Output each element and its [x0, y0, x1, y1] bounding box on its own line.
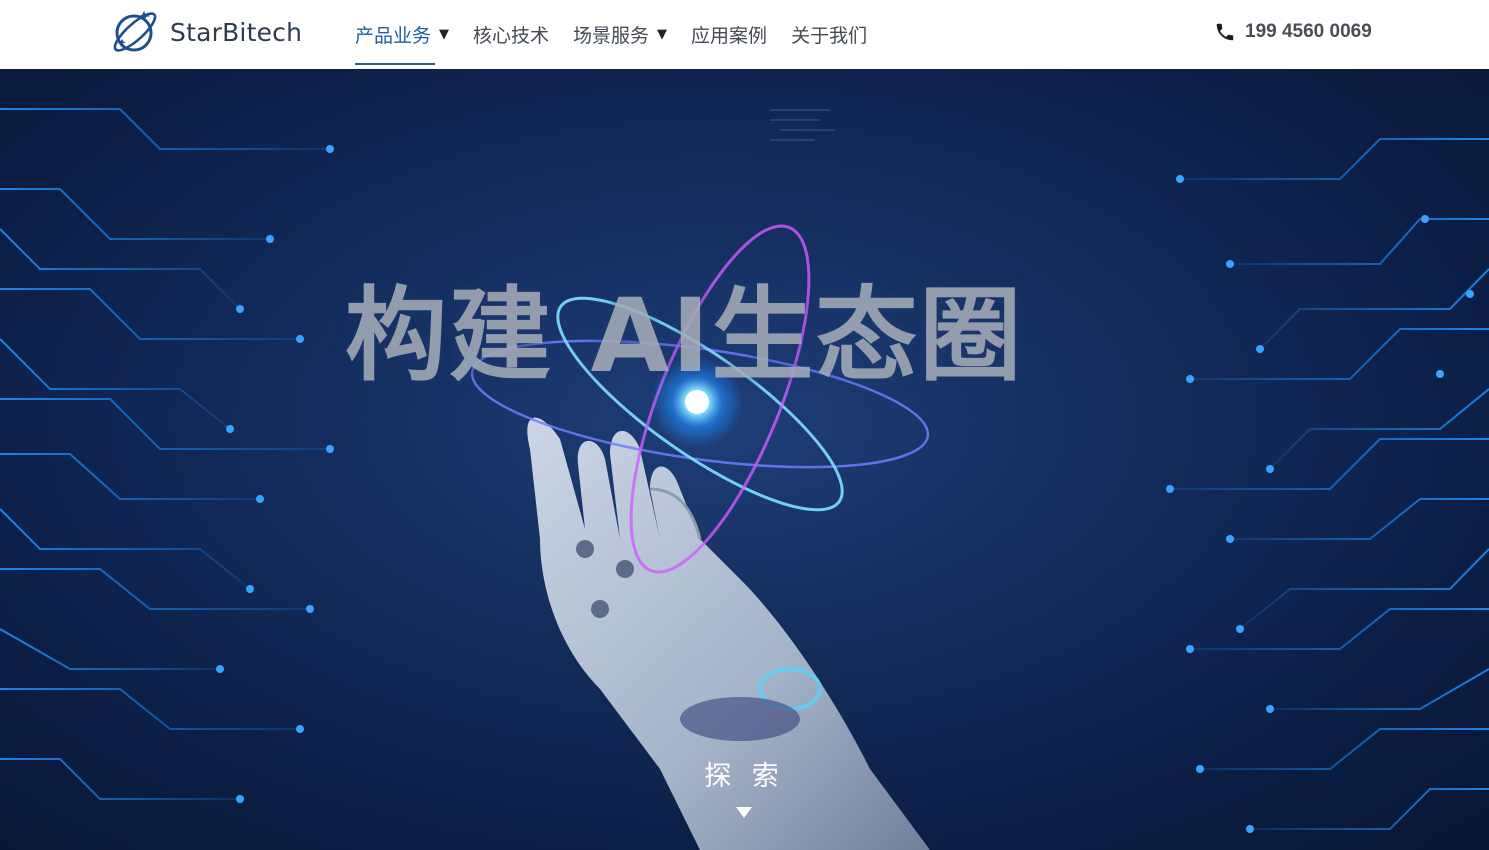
nav-cases-label: 应用案例 [691, 25, 768, 47]
data-grid [770, 109, 835, 141]
hero-background-art [0, 108, 1489, 850]
site-header: StarBitech 产品业务 ▼ 核心技术 场景服务 ▼ 应用案例 关于我们 … [0, 0, 1489, 69]
circuit-nodes-left [216, 145, 334, 803]
caret-down-icon: ▼ [657, 27, 668, 42]
nav-core-tech[interactable]: 核心技术 [473, 0, 549, 69]
phone-icon [1216, 23, 1234, 41]
brand-logo[interactable]: StarBitech [108, 6, 302, 58]
nav-about[interactable]: 关于我们 [791, 0, 867, 69]
triangle-down-icon[interactable] [736, 807, 752, 818]
brand-name: StarBitech [170, 17, 303, 47]
nav-core-tech-label: 核心技术 [473, 25, 550, 47]
nav-cases[interactable]: 应用案例 [691, 0, 767, 69]
nav-products-label: 产品业务 [355, 25, 432, 47]
hero-banner: 构建 AI生态圈 探 索 [0, 69, 1489, 850]
nav-about-label: 关于我们 [791, 25, 868, 47]
nav-products[interactable]: 产品业务 ▼ [355, 0, 449, 69]
phone-number: 199 4560 0069 [1245, 21, 1372, 42]
circuit-lines-left [0, 108, 330, 800]
main-nav: 产品业务 ▼ 核心技术 场景服务 ▼ 应用案例 关于我们 [355, 0, 891, 69]
orbit-logo-icon [113, 11, 157, 52]
circuit-nodes-right [1166, 175, 1474, 833]
circuit-lines-right [1170, 138, 1489, 830]
caret-down-icon: ▼ [439, 27, 450, 42]
explore-button[interactable]: 探 索 [0, 754, 1489, 793]
nav-scenario-services-label: 场景服务 [573, 25, 650, 47]
phone-contact[interactable]: 199 4560 0069 [1214, 20, 1372, 44]
nav-scenario-services[interactable]: 场景服务 ▼ [573, 0, 667, 69]
hero-title: 构建 AI生态圈 [345, 277, 1024, 396]
